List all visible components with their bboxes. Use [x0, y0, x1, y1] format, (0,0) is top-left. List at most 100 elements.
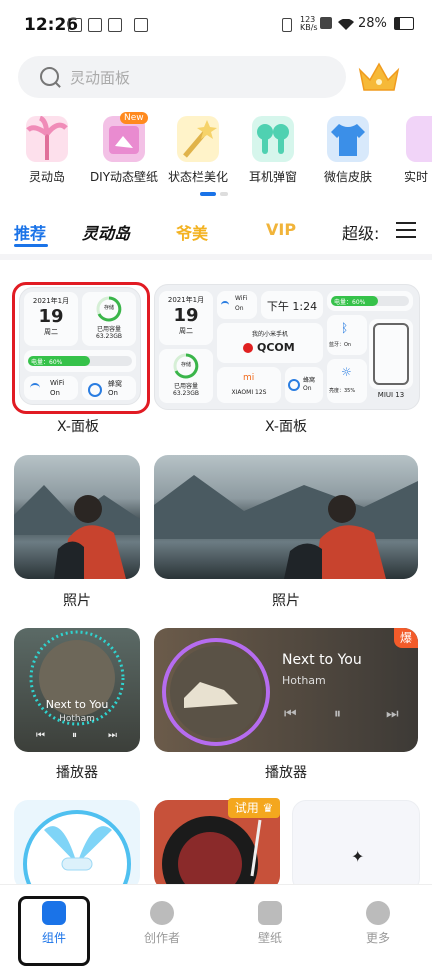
player-card-small[interactable]: Next to You Hotham ⏮ ⏸ ⏭: [14, 628, 140, 752]
nav-more[interactable]: 更多: [348, 893, 408, 946]
wifi-state: On: [235, 305, 244, 312]
device-tile: 我的小米手机 QCOM: [217, 323, 323, 363]
pause-icon[interactable]: ⏸: [72, 730, 77, 741]
category-label: 微信皮肤: [323, 170, 372, 184]
trial-text: 试用: [234, 801, 259, 815]
caption: X-面板: [57, 419, 99, 435]
brightness-text: 亮度：35%: [329, 388, 356, 394]
tab-super[interactable]: 超级:: [342, 220, 379, 244]
wifi-state: On: [50, 389, 60, 397]
tab-dynamic-island[interactable]: 灵动岛: [82, 220, 130, 244]
storage-size: 63.23GB: [96, 333, 122, 340]
magic-wand-icon: [177, 116, 219, 162]
artist-name: Hotham: [59, 714, 95, 724]
category-label: 实时: [404, 170, 429, 182]
battery-text: 28%: [358, 16, 387, 31]
wifi-tile[interactable]: WiFi On: [24, 376, 78, 400]
cell-state: On: [108, 389, 118, 397]
battery-tile: 电量：60%: [327, 291, 413, 311]
category-wechat-skin[interactable]: 微信皮肤: [313, 112, 383, 184]
tshirt-icon: [327, 116, 369, 162]
vibrate-icon: [282, 18, 292, 32]
wifi-label: WiFi: [235, 295, 248, 302]
brightness-tile[interactable]: ☼ 亮度：35%: [327, 359, 367, 403]
notification-icon: [88, 18, 102, 32]
vip-crown-icon[interactable]: [356, 58, 402, 96]
fan-card[interactable]: [14, 800, 140, 890]
battery-icon: [394, 17, 414, 30]
signal-icon: [88, 383, 102, 397]
storage-size: 63.23GB: [173, 390, 199, 397]
caption: 播放器: [265, 765, 307, 781]
brand-text: QCOM: [257, 341, 295, 354]
phone-tile: MIUI 13: [369, 319, 413, 399]
caption: 播放器: [56, 765, 98, 781]
day-text: 19: [38, 306, 64, 327]
tab-recommend[interactable]: 推荐: [14, 220, 46, 244]
wifi-icon: [338, 16, 354, 30]
crown-icon: ♛: [262, 801, 274, 815]
clock-text: 下午 1:24: [266, 300, 318, 313]
new-badge: New: [120, 112, 148, 124]
tab-yemei[interactable]: 爷美: [176, 220, 208, 244]
category-label: 耳机弹窗: [248, 170, 297, 184]
menu-icon[interactable]: [396, 222, 416, 238]
bluetooth-tile[interactable]: ᛒ 蓝牙：On: [327, 315, 367, 355]
battery-text: 电量：60%: [334, 299, 366, 306]
mi-logo-icon: mi: [243, 373, 255, 383]
storage-tile: 存储 已用容量 63.23GB: [82, 292, 136, 346]
earbuds-icon: [252, 116, 294, 162]
category-statusbar[interactable]: 状态栏美化: [163, 112, 233, 184]
storage-used: 已用容量: [173, 383, 198, 390]
artist-name: Hotham: [282, 674, 326, 687]
next-icon[interactable]: ⏭: [108, 730, 117, 741]
person-icon: [150, 901, 174, 925]
next-icon[interactable]: ⏭: [386, 706, 399, 722]
tab-bar: 推荐 灵动岛 爷美 VIP 超级:: [0, 212, 432, 248]
wifi-tile[interactable]: WiFi On: [217, 291, 257, 319]
cellular-tile[interactable]: 蜂窝 On: [82, 376, 136, 400]
miui-text: MIUI 13: [377, 391, 405, 399]
cell-label: 蜂窝: [108, 380, 122, 388]
category-label: 状态栏美化: [167, 170, 228, 184]
cell-label: 蜂窝: [303, 377, 316, 384]
xpanel-large-card[interactable]: 2021年1月 19 周二 WiFi On 下午 1:24 电量：60% 我的小…: [154, 284, 420, 410]
player-card-large[interactable]: Next to You Hotham ⏮ ⏸ ⏭ 爆: [154, 628, 418, 752]
pause-icon[interactable]: ⏸: [334, 706, 341, 722]
hot-badge: 爆: [394, 628, 418, 648]
cellular-tile[interactable]: 蜂窝 On: [285, 367, 323, 403]
date-text: 2021年1月: [167, 296, 205, 304]
search-bar[interactable]: 灵动面板: [18, 56, 346, 98]
storage-title: 存储: [180, 362, 191, 368]
weekday-text: 周二: [44, 328, 58, 336]
status-bar: 12:26 123 KB/s 28%: [0, 0, 432, 50]
sim-off-icon: [320, 17, 332, 29]
notification-icon: [68, 18, 82, 32]
bluetooth-icon: ᛒ: [341, 321, 349, 335]
tab-vip[interactable]: VIP: [266, 220, 296, 239]
wifi-label: WiFi: [50, 379, 65, 387]
star-card[interactable]: ✦: [292, 800, 420, 892]
notification-icon: [134, 18, 148, 32]
storage-used: 已用容量: [96, 326, 121, 333]
more-icon: [366, 901, 390, 925]
category-realtime[interactable]: 实时: [390, 112, 432, 182]
star-icon: ✦: [351, 847, 365, 866]
photo-card-small[interactable]: [14, 455, 140, 579]
prev-icon[interactable]: ⏮: [36, 730, 45, 741]
page-indicator: [200, 192, 230, 196]
prev-icon[interactable]: ⏮: [284, 706, 297, 722]
search-icon: [40, 67, 59, 86]
nav-wallpapers[interactable]: 壁纸: [240, 893, 300, 946]
caption: 照片: [63, 593, 91, 609]
caption: X-面板: [265, 419, 307, 435]
category-earbuds[interactable]: 耳机弹窗: [238, 112, 308, 184]
nav-creators[interactable]: 创作者: [132, 893, 192, 946]
song-title: Next to You: [282, 652, 362, 668]
photo-card-large[interactable]: [154, 455, 418, 579]
clock-tile: 下午 1:24: [261, 291, 323, 319]
category-dynamic-island[interactable]: 灵动岛: [12, 112, 82, 184]
signal-icon: [288, 379, 300, 391]
xpanel-small-card[interactable]: 2021年1月 19 周二 存储 已用容量 63.23GB 电量：60% WiF…: [19, 287, 141, 405]
storage-title: 存储: [103, 305, 114, 311]
